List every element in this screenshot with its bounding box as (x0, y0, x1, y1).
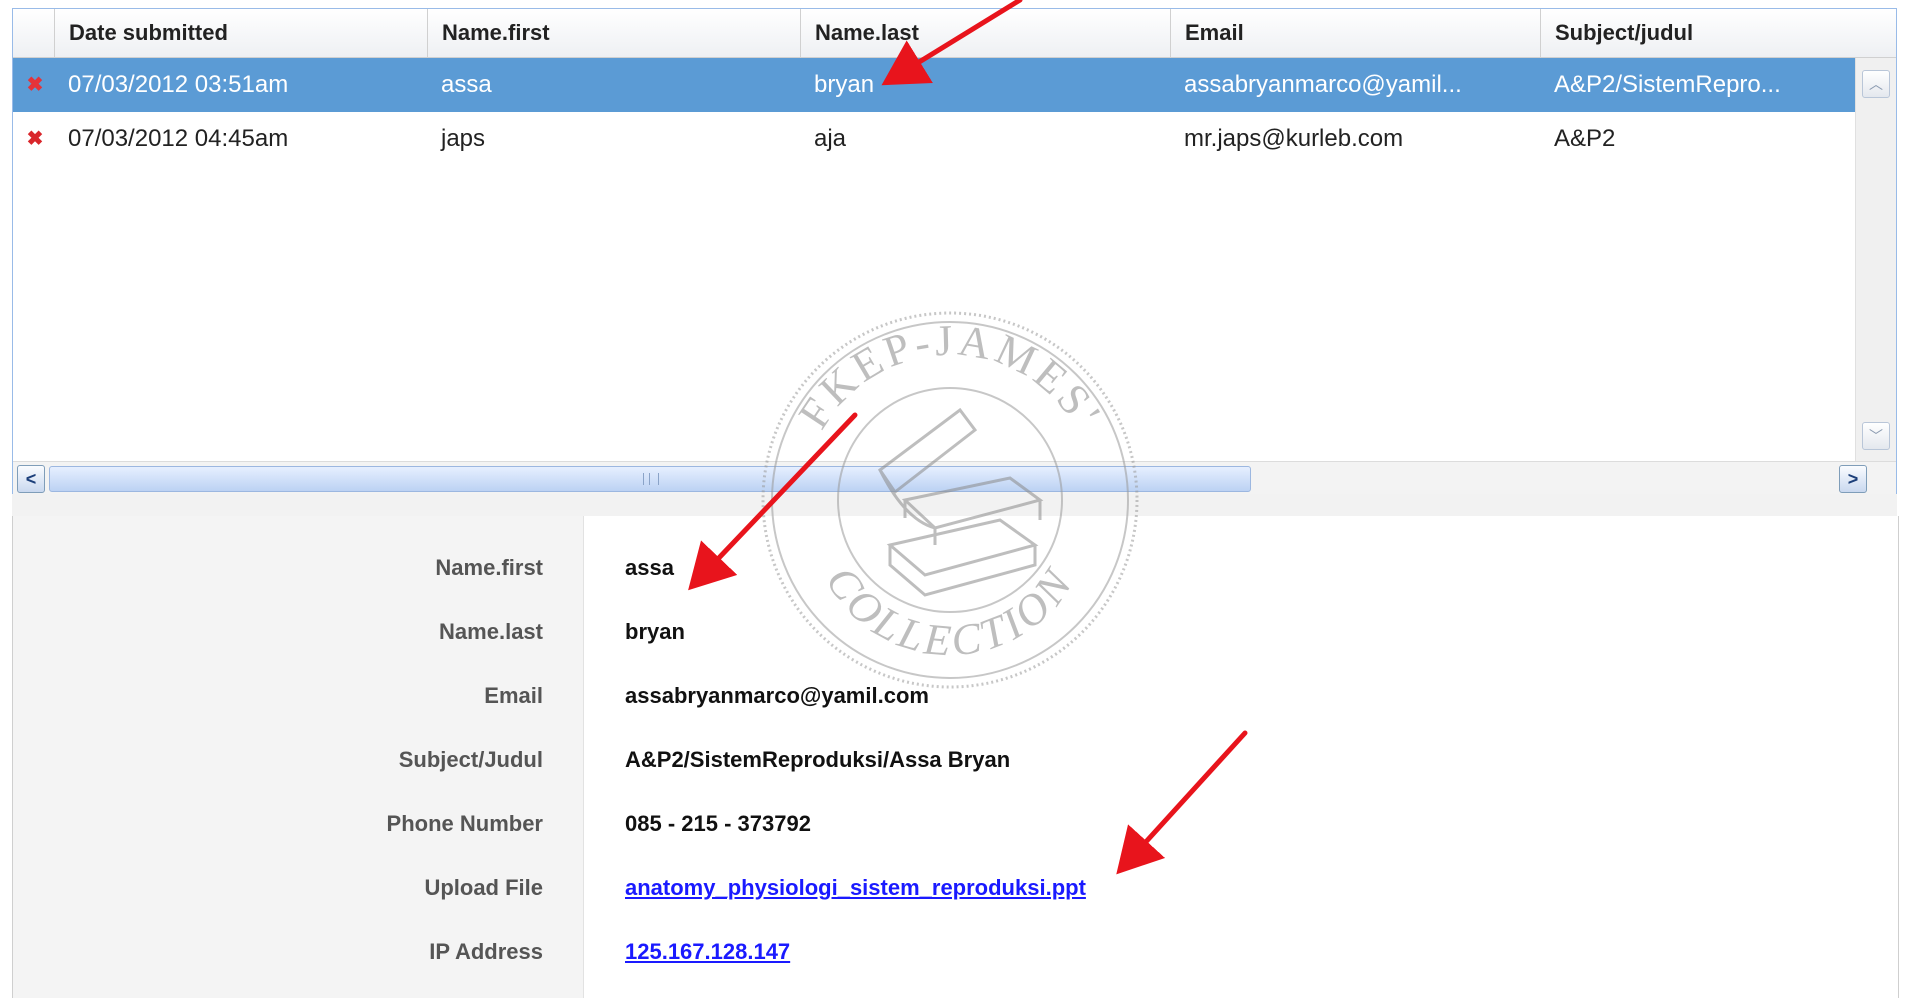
detail-value: bryan (625, 619, 685, 644)
detail-value: A&P2/SistemReproduksi/Assa Bryan (625, 747, 1011, 772)
scroll-down-icon[interactable]: ﹀ (1862, 422, 1890, 450)
cell-first-name: japs (441, 125, 486, 152)
scroll-grip-icon (643, 473, 659, 485)
cell-email: assabryanmarco@yamil... (1184, 71, 1462, 98)
vertical-scrollbar[interactable]: ︿ ﹀ (1855, 58, 1896, 462)
table-row[interactable]: ✖ 07/03/2012 04:45am japs aja mr.japs@ku… (13, 112, 1856, 166)
detail-row-first-name: Name.first assa (13, 536, 1898, 600)
delete-row-icon[interactable]: ✖ (25, 112, 45, 166)
upload-file-link[interactable]: anatomy_physiologi_sistem_reproduksi.ppt (625, 856, 1086, 920)
app-window: Date submitted Name.first Name.last Emai… (0, 0, 1909, 998)
cell-last-name: aja (814, 125, 847, 152)
cell-last-name: bryan (814, 71, 875, 98)
detail-row-upload-file: Upload File anatomy_physiologi_sistem_re… (13, 856, 1898, 920)
cell-date: 07/03/2012 04:45am (68, 125, 289, 152)
delete-row-icon[interactable]: ✖ (25, 58, 45, 112)
grid-body: ✖ 07/03/2012 03:51am assa bryan assabrya… (13, 58, 1856, 458)
scroll-up-icon[interactable]: ︿ (1862, 70, 1890, 98)
scroll-left-icon[interactable]: < (17, 465, 45, 493)
scroll-right-icon[interactable]: > (1839, 465, 1867, 493)
detail-label: Name.first (435, 555, 543, 580)
cell-subject: A&P2 (1554, 125, 1616, 152)
cell-first-name: assa (441, 71, 492, 98)
horizontal-scrollbar[interactable]: < > (13, 461, 1896, 494)
detail-row-ip-address: IP Address 125.167.128.147 (13, 920, 1898, 984)
detail-label: Subject/Judul (398, 747, 543, 772)
cell-email: mr.japs@kurleb.com (1184, 125, 1404, 152)
column-header-last-name[interactable]: Name.last (800, 9, 1170, 57)
column-header-email[interactable]: Email (1170, 9, 1540, 57)
grid-header: Date submitted Name.first Name.last Emai… (13, 9, 1896, 58)
detail-label: IP Address (429, 939, 543, 964)
horizontal-scroll-thumb[interactable] (49, 466, 1251, 492)
detail-value: assabryanmarco@yamil.com (625, 683, 929, 708)
cell-subject: A&P2/SistemRepro... (1554, 71, 1781, 98)
detail-label: Phone Number (386, 811, 543, 836)
column-header-subject[interactable]: Subject/judul (1540, 9, 1898, 57)
detail-label: Upload File (424, 875, 543, 900)
table-row[interactable]: ✖ 07/03/2012 03:51am assa bryan assabrya… (13, 58, 1856, 112)
submissions-grid: Date submitted Name.first Name.last Emai… (12, 8, 1897, 494)
panel-splitter[interactable] (12, 494, 1897, 517)
detail-value: assa (625, 555, 674, 580)
detail-row-last-name: Name.last bryan (13, 600, 1898, 664)
cell-date: 07/03/2012 03:51am (68, 71, 289, 98)
detail-value: 085 - 215 - 373792 (625, 811, 811, 836)
column-header-first-name[interactable]: Name.first (427, 9, 800, 57)
ip-address-link[interactable]: 125.167.128.147 (625, 920, 790, 984)
detail-row-email: Email assabryanmarco@yamil.com (13, 664, 1898, 728)
detail-label: Email (484, 683, 543, 708)
detail-row-subject: Subject/Judul A&P2/SistemReproduksi/Assa… (13, 728, 1898, 792)
column-header-date[interactable]: Date submitted (54, 9, 427, 57)
detail-row-phone: Phone Number 085 - 215 - 373792 (13, 792, 1898, 856)
detail-label: Name.last (439, 619, 543, 644)
detail-panel: Name.first assa Name.last bryan Email as… (12, 516, 1899, 998)
